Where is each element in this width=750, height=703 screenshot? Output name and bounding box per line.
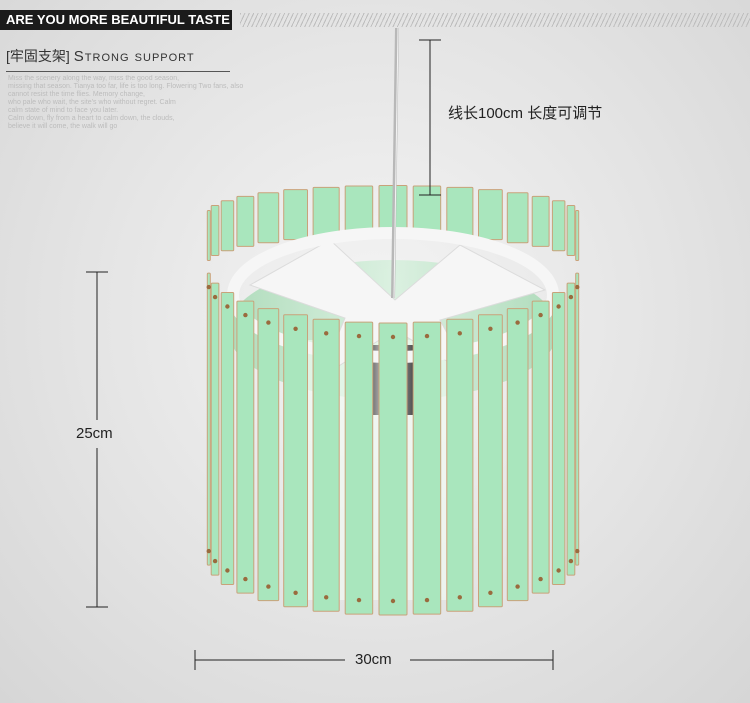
cord-length-label: 线长100cm 长度可调节 bbox=[448, 105, 603, 122]
height-label: 25cm bbox=[76, 425, 113, 442]
width-label: 30cm bbox=[355, 651, 392, 668]
dimension-lines bbox=[86, 39, 554, 670]
